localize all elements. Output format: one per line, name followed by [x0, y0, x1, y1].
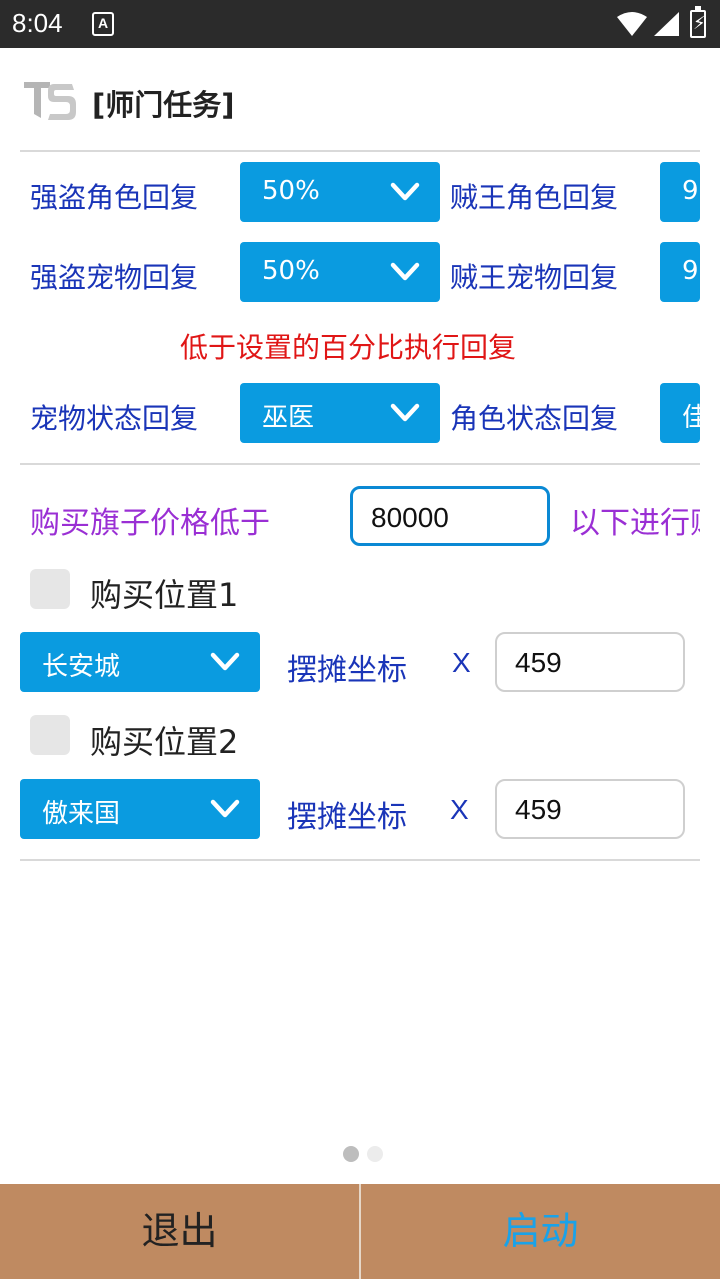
pet-status-value: 巫医 — [262, 403, 315, 433]
screen: 8:04 A ⚡ [师门任务] 强盗角色回复 50% 贼王角色回复 90 强盗宠… — [0, 0, 720, 1279]
app-logo-icon — [24, 82, 76, 120]
robber-role-value: 50% — [262, 176, 320, 206]
king-role-value: 90 — [682, 176, 700, 206]
role-status-label: 角色状态回复 — [450, 402, 619, 435]
slot1-coord-label: 摆摊坐标 — [287, 653, 407, 688]
slot1-axis-label: X — [452, 647, 471, 678]
role-status-value: 佳 — [682, 403, 700, 433]
king-pet-value: 90 — [682, 256, 700, 286]
price-suffix: 以下进行购买 — [570, 506, 700, 541]
divider — [20, 859, 700, 861]
pet-status-label: 宠物状态回复 — [30, 402, 199, 435]
price-input[interactable]: 80000 — [350, 486, 550, 546]
slot1-x-input[interactable]: 459 — [495, 632, 685, 692]
robber-pet-label: 强盗宠物回复 — [30, 261, 199, 294]
slot1-x-value: 459 — [515, 647, 562, 678]
slot1-checkbox[interactable] — [30, 569, 70, 609]
status-bar: 8:04 A ⚡ — [0, 0, 720, 48]
robber-pet-select[interactable]: 50% — [240, 242, 440, 302]
slot1-city-select[interactable]: 长安城 — [20, 632, 260, 692]
notification-icon: A — [92, 12, 114, 36]
chevron-down-icon — [390, 182, 420, 201]
robber-role-label: 强盗角色回复 — [30, 181, 199, 214]
slot2-coord-label: 摆摊坐标 — [287, 800, 407, 835]
role-status-select[interactable]: 佳 — [660, 383, 700, 443]
slot1-label: 购买位置1 — [90, 576, 239, 614]
robber-role-select[interactable]: 50% — [240, 162, 440, 222]
pet-status-select[interactable]: 巫医 — [240, 383, 440, 443]
chevron-down-icon — [210, 652, 240, 671]
slot1-city-value: 长安城 — [42, 652, 121, 682]
signal-icon — [654, 12, 679, 36]
king-pet-label: 贼王宠物回复 — [450, 261, 619, 294]
chevron-down-icon — [390, 262, 420, 281]
battery-icon: ⚡ — [690, 6, 706, 38]
bottom-action-bar: 退出 启动 — [0, 1184, 720, 1279]
king-role-label: 贼王角色回复 — [450, 181, 619, 214]
slot2-checkbox[interactable] — [30, 715, 70, 755]
slot2-city-select[interactable]: 傲来国 — [20, 779, 260, 839]
divider — [20, 150, 700, 152]
slot2-x-input[interactable]: 459 — [495, 779, 685, 839]
wifi-icon — [617, 12, 647, 36]
chevron-down-icon — [210, 799, 240, 818]
price-label: 购买旗子价格低于 — [30, 506, 270, 541]
price-suffix-clip: 以下进行购买 — [570, 498, 700, 542]
exit-button[interactable]: 退出 — [0, 1184, 359, 1279]
page-title: [师门任务] — [92, 88, 235, 122]
divider — [20, 463, 700, 465]
page-indicator — [343, 1146, 386, 1166]
slot2-axis-label: X — [450, 794, 469, 825]
status-time: 8:04 — [12, 8, 63, 38]
slot2-city-value: 傲来国 — [42, 799, 121, 829]
king-role-select[interactable]: 90 — [660, 162, 700, 222]
king-pet-select[interactable]: 90 — [660, 242, 700, 302]
page-dot-active[interactable] — [343, 1146, 359, 1162]
price-value: 80000 — [371, 502, 449, 533]
page-dot[interactable] — [367, 1146, 384, 1162]
start-button[interactable]: 启动 — [361, 1184, 720, 1279]
slot2-label: 购买位置2 — [90, 723, 239, 761]
chevron-down-icon — [390, 403, 420, 422]
slot2-x-value: 459 — [515, 794, 562, 825]
recovery-note: 低于设置的百分比执行回复 — [180, 331, 517, 364]
robber-pet-value: 50% — [262, 256, 320, 286]
